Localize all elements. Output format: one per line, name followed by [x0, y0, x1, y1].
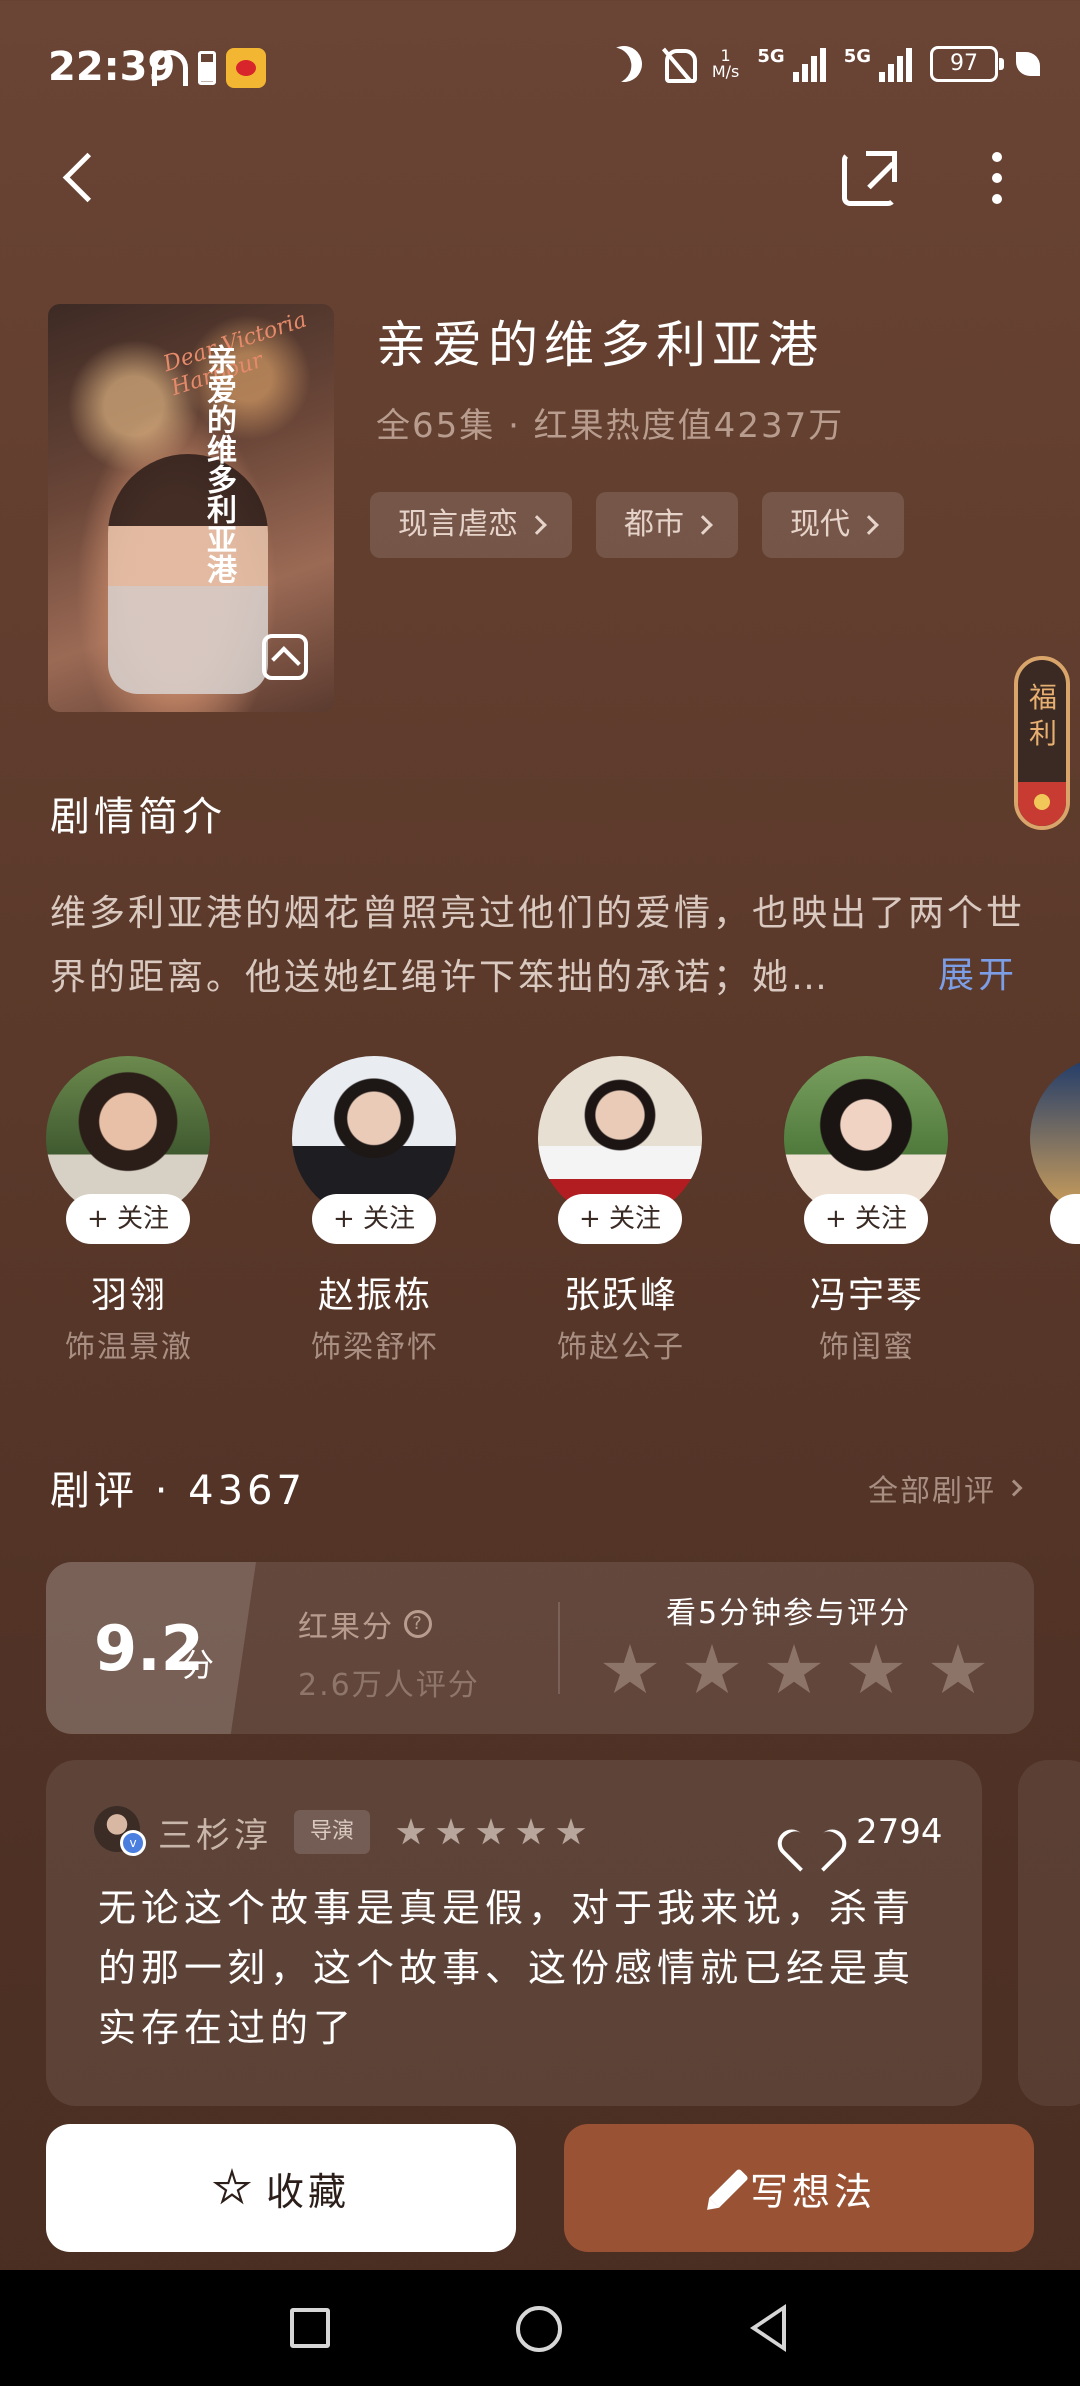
- cast-member[interactable]: + 关注 张跃峰 饰赵公子: [538, 1056, 704, 1365]
- cast-role: 饰梁舒怀: [311, 1330, 439, 1365]
- cast-role: 饰温景澈: [65, 1330, 193, 1365]
- score-label: 红果分 ?: [298, 1602, 432, 1646]
- star-icon: [476, 1818, 506, 1845]
- star-icon: [516, 1818, 546, 1845]
- cast-member[interactable]: + 关注 羽翎 饰温景澈: [46, 1056, 212, 1365]
- chevron-right-icon: [859, 515, 879, 535]
- help-icon[interactable]: ?: [404, 1610, 432, 1638]
- follow-button[interactable]: + 关注: [804, 1194, 928, 1244]
- back-icon[interactable]: [56, 150, 112, 206]
- follow-button[interactable]: + 关注: [558, 1194, 682, 1244]
- reviewer-name[interactable]: 三杉淳: [158, 1808, 272, 1857]
- headphone-icon: [152, 50, 188, 86]
- write-thought-button[interactable]: 写想法: [564, 2124, 1034, 2252]
- cast-name: 张跃峰: [563, 1275, 678, 1316]
- score-unit: 分: [182, 1646, 215, 1684]
- signal-icon-2: [879, 46, 912, 82]
- cast-name: 羽翎: [90, 1275, 167, 1316]
- tag-urban[interactable]: 都市: [596, 492, 738, 558]
- pencil-icon: [709, 2168, 749, 2208]
- eco-leaf-icon: [1016, 52, 1040, 76]
- rating-card: 9.2 分 红果分 ? 2.6万人评分 看5分钟参与评分: [46, 1562, 1034, 1734]
- genre-tags: 现言虐恋 都市 现代: [370, 492, 904, 558]
- more-icon[interactable]: [990, 152, 1004, 204]
- next-review-card[interactable]: [1018, 1760, 1080, 2106]
- share-icon[interactable]: [842, 151, 897, 206]
- synopsis-title: 剧情简介: [50, 794, 226, 840]
- cast-name: 冯宇琴: [809, 1275, 924, 1316]
- status-left-icons: [152, 48, 266, 88]
- welfare-badge[interactable]: 福利: [1014, 656, 1070, 830]
- rating-count: 2.6万人评分: [298, 1668, 480, 1703]
- gallery-icon[interactable]: [262, 634, 308, 680]
- star-icon[interactable]: [767, 1644, 821, 1694]
- collect-button[interactable]: 收藏: [46, 2124, 516, 2252]
- cast-list: + 关注 羽翎 饰温景澈 + 关注 赵振栋 饰梁舒怀 + 关注 张跃峰 饰赵公子…: [46, 1056, 1080, 1365]
- rate-stars[interactable]: [602, 1644, 986, 1698]
- poster-title: 亲爱的维多利亚港: [201, 344, 236, 584]
- drama-title: 亲爱的维多利亚港: [376, 316, 824, 374]
- star-icon[interactable]: [849, 1644, 903, 1694]
- chevron-right-icon: [693, 515, 713, 535]
- network-type-2: 5G: [843, 46, 871, 67]
- battery-indicator: 97: [930, 46, 1004, 82]
- cast-member[interactable]: + 琪: [1030, 1056, 1080, 1356]
- welfare-label: 福利: [1028, 681, 1057, 750]
- star-icon[interactable]: [603, 1644, 657, 1694]
- follow-button[interactable]: + 关注: [66, 1194, 190, 1244]
- drama-meta: 全65集 · 红果热度值4237万: [376, 406, 845, 446]
- star-icon[interactable]: [685, 1644, 739, 1694]
- poster-english-title: Dear Victoria Harbour: [160, 307, 310, 402]
- follow-button[interactable]: +: [1050, 1194, 1080, 1244]
- all-reviews-link[interactable]: 全部剧评: [868, 1466, 1023, 1510]
- verified-badge: v: [120, 1830, 146, 1856]
- cast-name: 赵振栋: [317, 1275, 432, 1316]
- battery-saver-icon: [198, 51, 216, 85]
- chevron-right-icon: [1005, 1479, 1023, 1497]
- network-speed: 1 M/s: [711, 46, 740, 81]
- chevron-right-icon: [527, 515, 547, 535]
- star-outline-icon: [212, 2168, 252, 2208]
- star-icon[interactable]: [931, 1644, 985, 1694]
- review-text: 无论这个故事是真是假，对于我来说，杀青的那一刻，这个故事、这份感情就已经是真实存…: [98, 1886, 916, 2050]
- drama-poster[interactable]: Dear Victoria Harbour 亲爱的维多利亚港: [48, 304, 334, 712]
- expand-link[interactable]: 展开: [938, 946, 1018, 998]
- weibo-icon: [226, 48, 266, 88]
- review-card[interactable]: v 三杉淳 导演 2794 无论这个故事是真是假，对于我来说，杀青的那一刻，这个…: [46, 1760, 982, 2106]
- system-back-icon[interactable]: [750, 2304, 786, 2352]
- status-right-icons: 1 M/s 5G 5G 97: [606, 46, 1040, 83]
- star-icon: [436, 1818, 466, 1845]
- heart-icon[interactable]: [788, 1812, 832, 1852]
- poster-figures: [108, 454, 268, 694]
- tag-modern[interactable]: 现代: [762, 492, 904, 558]
- synopsis-text: 维多利亚港的烟花曾照亮过他们的爱情，也映出了两个世界的距离。他送她红绳许下笨拙的…: [50, 893, 1026, 998]
- cast-role: 饰闺蜜: [819, 1330, 915, 1365]
- reviews-title: 剧评 · 4367: [50, 1468, 306, 1514]
- tag-romance[interactable]: 现言虐恋: [370, 492, 572, 558]
- cast-name: 琪: [1030, 1266, 1080, 1318]
- red-envelope-icon: [1018, 782, 1066, 826]
- home-icon[interactable]: [516, 2306, 562, 2352]
- mute-icon: [660, 46, 697, 83]
- cast-role: 饰赵公子: [557, 1330, 685, 1365]
- do-not-disturb-icon: [599, 39, 648, 88]
- review-stars: [396, 1818, 586, 1847]
- rate-prompt: 看5分钟参与评分: [666, 1596, 912, 1631]
- like-count: 2794: [856, 1812, 943, 1852]
- role-badge: 导演: [294, 1810, 371, 1854]
- divider: [558, 1602, 560, 1694]
- recent-apps-icon[interactable]: [290, 2308, 330, 2348]
- star-icon: [396, 1818, 426, 1845]
- network-type-1: 5G: [757, 46, 785, 67]
- signal-icon: [792, 46, 826, 82]
- star-icon: [556, 1818, 586, 1845]
- cast-member[interactable]: + 关注 冯宇琴 饰闺蜜: [784, 1056, 950, 1365]
- cast-member[interactable]: + 关注 赵振栋 饰梁舒怀: [292, 1056, 458, 1365]
- follow-button[interactable]: + 关注: [312, 1194, 436, 1244]
